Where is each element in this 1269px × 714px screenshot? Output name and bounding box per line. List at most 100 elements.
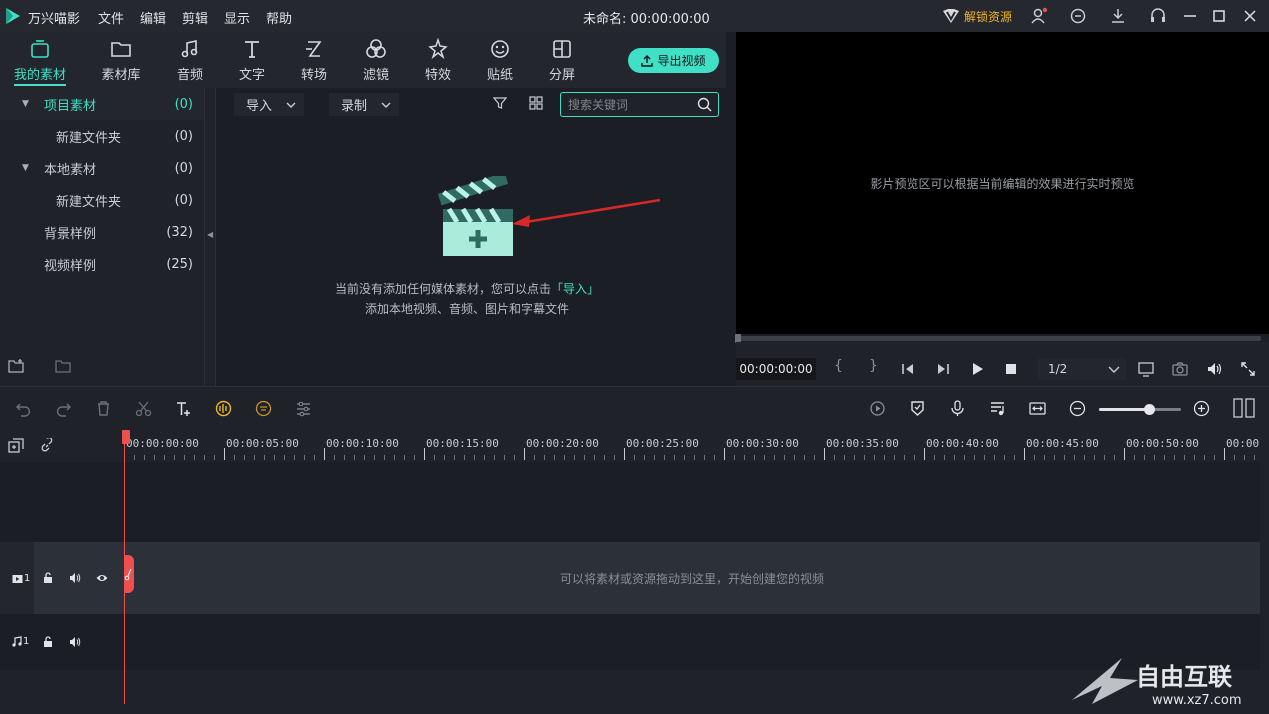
tree-item-label: 视频样例 [44,258,97,274]
cut-scissors-icon[interactable] [135,400,152,417]
panel-collapse-handle[interactable]: ◀ [204,88,216,386]
layout-toggle-icon[interactable] [1233,398,1255,418]
menu-file[interactable]: 文件 [98,8,124,27]
new-folder-icon[interactable] [8,358,24,374]
grid-view-icon[interactable] [529,96,543,110]
tab-audio[interactable]: 音频 [160,32,220,86]
zoom-in-icon[interactable] [1193,400,1210,417]
minimize-icon[interactable] [1181,7,1199,25]
fit-timeline-icon[interactable] [1029,400,1046,417]
track-volume-icon[interactable] [69,572,81,584]
zoom-out-icon[interactable] [1069,400,1086,417]
folder-icon[interactable] [55,358,71,374]
filter-funnel-icon[interactable] [493,96,507,110]
lock-icon[interactable] [42,572,54,584]
export-label: 导出视频 [657,54,706,68]
tab-text[interactable]: 文字 [222,32,282,86]
playhead-split-tab[interactable] [124,555,134,593]
video-track-icon [12,574,23,584]
tab-split-screen[interactable]: 分屏 [532,32,592,86]
playhead-handle[interactable] [122,430,130,444]
video-track-index: 1 [24,573,31,584]
volume-icon[interactable] [1206,361,1222,377]
import-label: 导入 [246,99,273,114]
maximize-icon[interactable] [1210,7,1228,25]
timeline-header-controls [0,430,124,462]
search-icon[interactable] [697,97,712,112]
clapperboard-import-icon[interactable] [436,176,520,260]
tree-item-new-folder-2[interactable]: 新建文件夹 (0) [0,184,204,216]
audio-track-index: 1 [23,636,30,647]
tab-transition[interactable]: 转场 [284,32,344,86]
close-icon[interactable] [1241,7,1259,25]
delete-icon[interactable] [95,400,112,417]
feedback-icon[interactable] [1069,7,1087,25]
eye-visibility-icon[interactable] [96,572,108,584]
step-forward-icon[interactable] [935,361,951,377]
mark-out-button[interactable]: } [869,358,878,374]
ruler-time-label: 00:00:05:00 [226,437,299,450]
tree-item-local-media[interactable]: ▼ 本地素材 (0) [0,152,204,184]
zoom-slider-knob[interactable] [1144,404,1155,415]
record-dropdown[interactable]: 录制 [329,93,399,116]
timeline-vertical-scrollbar[interactable] [1260,430,1269,714]
tree-item-background-samples[interactable]: 背景样例 (32) [0,216,204,248]
export-video-button[interactable]: 导出视频 [628,48,719,73]
marker-shield-icon[interactable] [909,400,926,417]
tree-item-label: 新建文件夹 [56,130,122,146]
monitor-icon[interactable] [1138,361,1154,377]
tree-item-label: 项目素材 [44,98,97,114]
menu-view[interactable]: 显示 [224,8,250,27]
headset-support-icon[interactable] [1149,7,1167,25]
preview-progress-bar[interactable] [735,334,1261,343]
tab-effects-label: 特效 [424,68,451,83]
import-link[interactable]: 「导入」 [551,282,599,296]
import-dropdown[interactable]: 导入 [234,93,304,116]
tab-audio-label: 音频 [176,68,203,83]
tree-item-new-folder-1[interactable]: 新建文件夹 (0) [0,120,204,152]
tab-library[interactable]: 素材库 [91,32,151,86]
stop-icon[interactable] [1003,361,1019,377]
microphone-icon[interactable] [949,400,966,417]
add-track-icon[interactable] [8,438,24,454]
timeline-ruler[interactable]: 00:00:00:00 00:00:05:00 00:00:10:00 00:00:1… [124,430,1260,462]
track-volume-icon[interactable] [69,636,81,648]
expand-caret-icon[interactable]: ▼ [22,99,32,109]
tree-item-count: (25) [166,256,193,272]
mark-in-button[interactable]: { [834,358,843,374]
audio-mixer-icon[interactable] [989,400,1006,417]
menu-edit[interactable]: 编辑 [140,8,166,27]
add-text-icon[interactable] [175,400,192,417]
lock-icon[interactable] [42,636,54,648]
preview-timecode[interactable]: 00:00:00:00 [736,358,816,380]
fullscreen-icon[interactable] [1240,361,1256,377]
audio-detect-icon[interactable] [215,400,232,417]
tab-my-media[interactable]: 我的素材 [10,32,70,86]
tab-stickers[interactable]: 贴纸 [470,32,530,86]
unlock-resources-button[interactable]: 解锁资源 [942,6,1012,26]
render-preview-icon[interactable] [869,400,886,417]
tab-effects[interactable]: 特效 [408,32,468,86]
link-icon[interactable] [39,438,55,454]
redo-icon[interactable] [55,400,72,417]
ruler-time-label: 00:00:15:00 [426,437,499,450]
account-icon[interactable] [1030,7,1048,25]
split-screen-icon [551,38,573,60]
tab-filter[interactable]: 滤镜 [346,32,406,86]
expand-caret-icon[interactable]: ▼ [22,163,32,173]
snapshot-camera-icon[interactable] [1172,361,1188,377]
download-icon[interactable] [1109,7,1127,25]
playback-quality-dropdown[interactable]: 1/2 [1038,358,1126,380]
step-back-icon[interactable] [900,361,916,377]
speed-icon[interactable] [255,400,272,417]
adjust-sliders-icon[interactable] [295,400,312,417]
undo-icon[interactable] [15,400,32,417]
tree-item-project-media[interactable]: ▼ 项目素材 (0) [0,88,204,120]
play-icon[interactable] [969,361,985,377]
menu-help[interactable]: 帮助 [266,8,292,27]
search-input[interactable]: 搜索关键词 [560,92,719,117]
tree-item-video-samples[interactable]: 视频样例 (25) [0,248,204,280]
menu-clip[interactable]: 剪辑 [182,8,208,27]
empty-track-area[interactable] [0,462,1260,542]
timeline-drop-hint: 可以将素材或资源拖动到这里，开始创建您的视频 [559,572,824,586]
